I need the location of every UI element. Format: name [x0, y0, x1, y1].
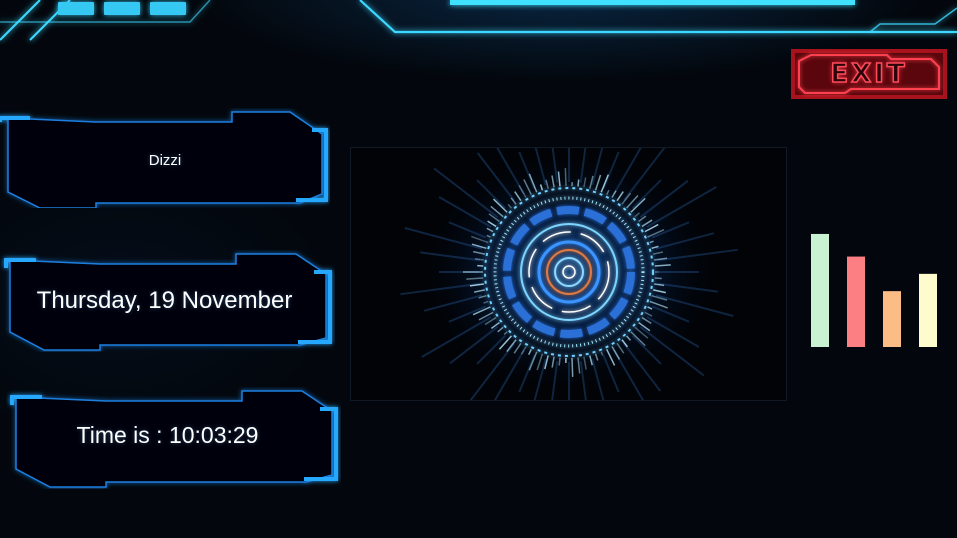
user-name-panel: Dizzi: [0, 108, 330, 208]
time-panel: Time is : 10:03:29: [6, 387, 341, 489]
user-name-label: Dizzi: [148, 152, 182, 169]
audio-level-chart: [811, 233, 937, 347]
time-label: Time is : 10:03:29: [76, 422, 259, 448]
audio-level-bars: [800, 220, 950, 350]
audio-visualizer: [350, 147, 787, 401]
audio-level-bar: [883, 291, 901, 347]
audio-level-bar: [919, 273, 937, 347]
date-label: Thursday, 19 November: [36, 287, 293, 314]
date-panel: Thursday, 19 November: [0, 250, 335, 352]
audio-level-bar: [811, 233, 829, 347]
exit-button[interactable]: EXIT: [791, 49, 947, 99]
top-hud-decoration: [0, 0, 957, 41]
visualizer-graphic: [351, 148, 786, 400]
audio-level-bar: [847, 256, 865, 347]
exit-button-label: EXIT: [830, 58, 908, 90]
